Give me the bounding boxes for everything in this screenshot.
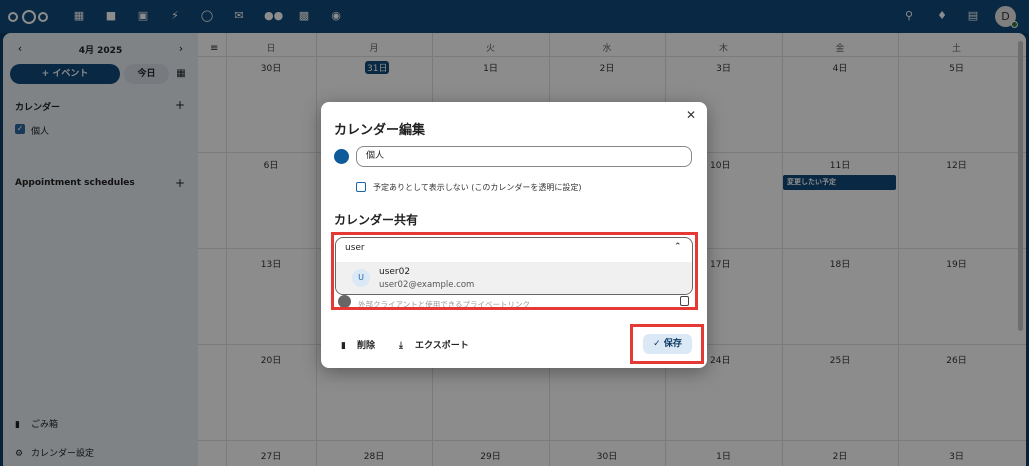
edit-calendar-dialog: カレンダー編集 ✕ 個人 予定ありとして表示しない (このカレンダーを透明に設定… (321, 102, 707, 368)
highlight-box-save (630, 324, 704, 364)
delete-button[interactable]: ▮ 削除 (341, 338, 375, 351)
delete-label: 削除 (357, 341, 376, 351)
calendar-name-input[interactable]: 個人 (356, 146, 692, 167)
export-label: エクスポート (415, 341, 469, 351)
share-heading: カレンダー共有 (334, 213, 419, 227)
highlight-box-search (331, 232, 698, 310)
trash-icon: ▮ (341, 341, 346, 351)
transparent-checkbox[interactable] (356, 182, 366, 192)
export-button[interactable]: ⤓ エクスポート (399, 338, 469, 351)
calendar-color-picker[interactable] (334, 149, 349, 164)
dialog-title: カレンダー編集 (334, 123, 426, 138)
download-icon: ⤓ (399, 341, 403, 351)
close-icon[interactable]: ✕ (686, 108, 696, 122)
transparent-label: 予定ありとして表示しない (このカレンダーを透明に設定) (373, 183, 582, 192)
